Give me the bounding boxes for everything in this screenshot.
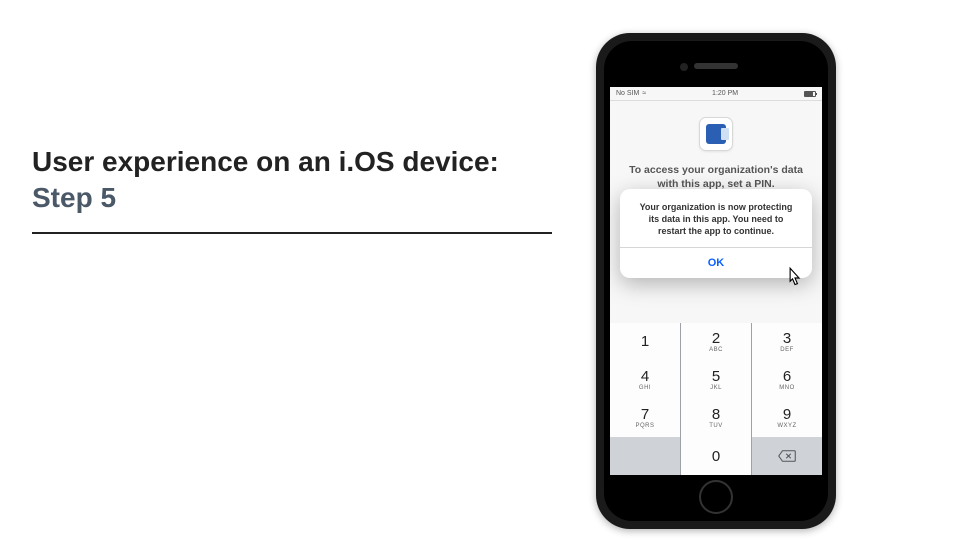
keypad-2[interactable]: 2ABC	[681, 323, 751, 361]
phone-screen: No SIM ≈ 1:20 PM To access your organiza…	[610, 87, 822, 475]
wifi-icon: ≈	[642, 90, 646, 97]
phone-camera	[680, 63, 688, 71]
key-2-num: 2	[712, 331, 720, 346]
key-5-num: 5	[712, 369, 720, 384]
carrier-label: No SIM	[616, 90, 639, 97]
keypad-delete[interactable]	[752, 437, 822, 475]
slide-title-line-1: User experience on an i.OS device:	[32, 145, 512, 179]
outlook-app-icon	[699, 117, 733, 151]
key-9-num: 9	[783, 407, 791, 422]
keypad-3[interactable]: 3DEF	[752, 323, 822, 361]
key-6-sub: MNO	[779, 385, 795, 391]
key-5-sub: JKL	[710, 385, 722, 391]
alert-message: Your organization is now protecting its …	[620, 189, 812, 247]
keypad-8[interactable]: 8TUV	[681, 399, 751, 437]
key-4-sub: GHI	[639, 385, 651, 391]
key-9-sub: WXYZ	[777, 423, 796, 429]
keypad-0[interactable]: 0	[681, 437, 751, 475]
key-3-sub: DEF	[780, 347, 794, 353]
key-8-sub: TUV	[709, 423, 723, 429]
slide-title-line-2: Step 5	[32, 181, 512, 215]
key-1-num: 1	[641, 334, 649, 349]
phone-speaker	[694, 63, 738, 69]
keypad-6[interactable]: 6MNO	[752, 361, 822, 399]
status-bar: No SIM ≈ 1:20 PM	[610, 87, 822, 101]
key-7-sub: PQRS	[635, 423, 654, 429]
key-7-num: 7	[641, 407, 649, 422]
keypad-9[interactable]: 9WXYZ	[752, 399, 822, 437]
key-8-num: 8	[712, 407, 720, 422]
iphone-device-frame: No SIM ≈ 1:20 PM To access your organiza…	[596, 33, 836, 529]
battery-icon	[804, 91, 816, 97]
title-divider	[32, 232, 552, 234]
status-time: 1:20 PM	[712, 90, 738, 97]
key-2-sub: ABC	[709, 347, 723, 353]
numeric-keypad: 1 2ABC 3DEF 4GHI 5JKL 6MNO 7PQRS 8TUV 9W…	[610, 323, 822, 475]
keypad-blank	[610, 437, 680, 475]
keypad-7[interactable]: 7PQRS	[610, 399, 680, 437]
backspace-icon	[778, 450, 796, 462]
home-button[interactable]	[699, 480, 733, 514]
pin-prompt-heading: To access your organization's data with …	[610, 163, 822, 191]
key-0-num: 0	[712, 449, 720, 464]
key-3-num: 3	[783, 331, 791, 346]
cursor-hand-icon	[782, 265, 808, 291]
keypad-4[interactable]: 4GHI	[610, 361, 680, 399]
keypad-5[interactable]: 5JKL	[681, 361, 751, 399]
key-4-num: 4	[641, 369, 649, 384]
key-6-num: 6	[783, 369, 791, 384]
outlook-glyph-icon	[706, 124, 726, 144]
keypad-1[interactable]: 1	[610, 323, 680, 361]
